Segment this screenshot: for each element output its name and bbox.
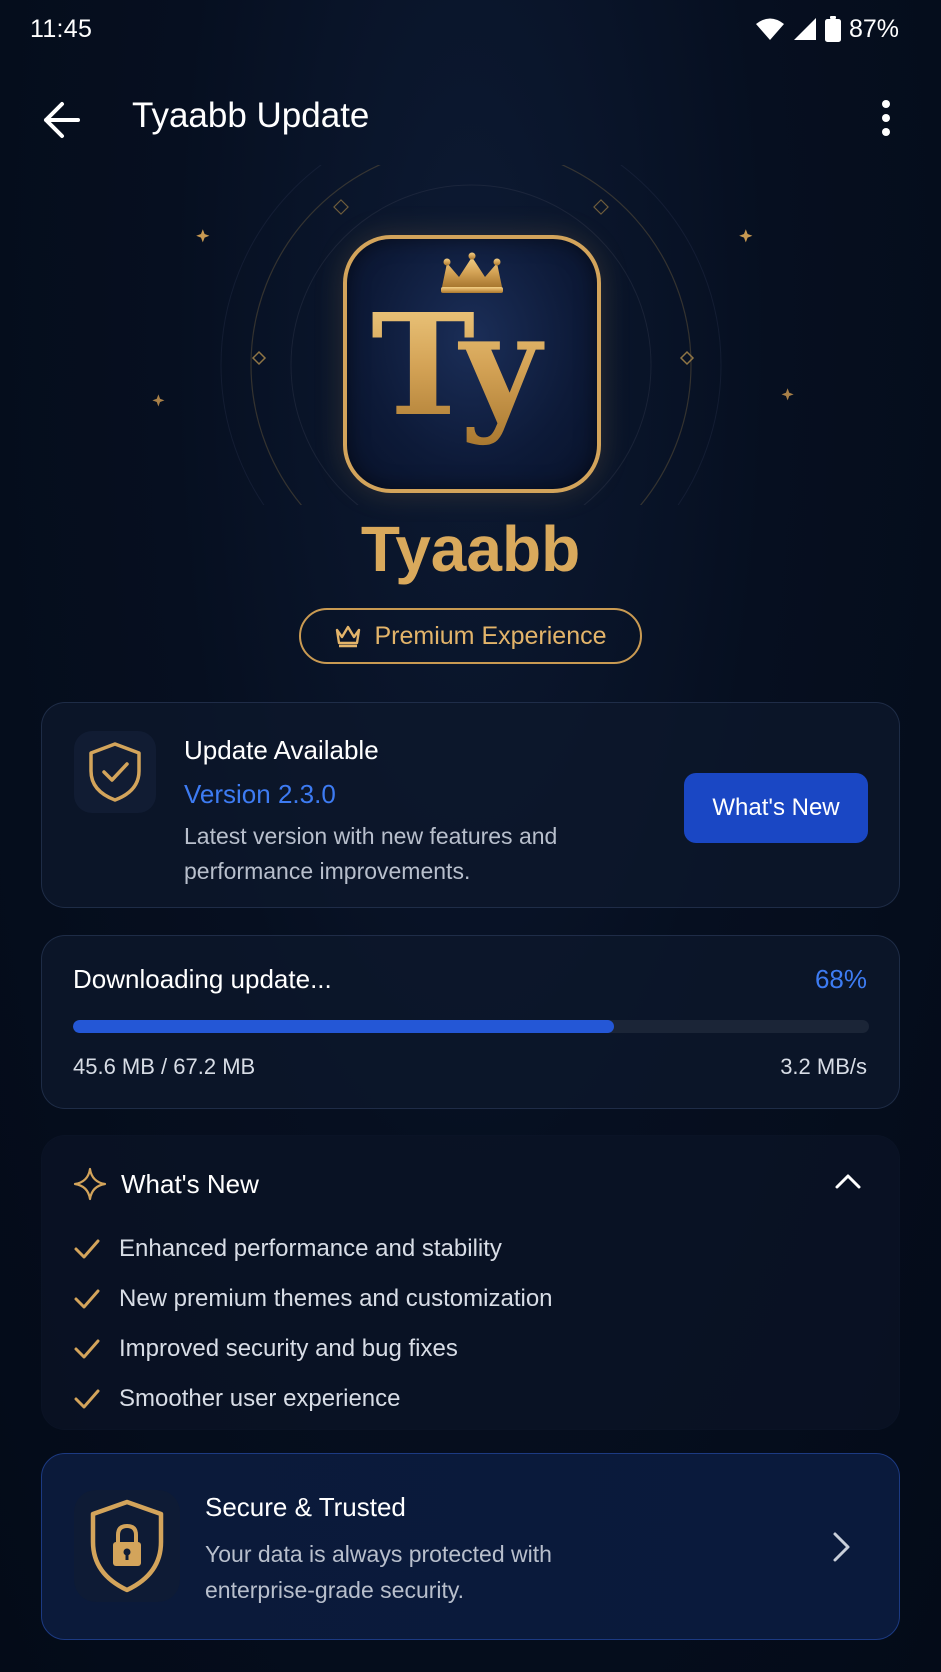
check-icon <box>74 1239 100 1259</box>
whats-new-title: What's New <box>121 1168 259 1199</box>
download-status: Downloading update... <box>73 964 332 994</box>
sparkle-icon <box>73 1167 107 1201</box>
list-item-text: New premium themes and customization <box>119 1285 553 1312</box>
download-speed: 3.2 MB/s <box>780 1054 867 1079</box>
secure-card[interactable]: Secure & Trusted Your data is always pro… <box>41 1453 900 1640</box>
crown-icon <box>336 625 361 648</box>
battery-icon <box>824 16 841 42</box>
status-time: 11:45 <box>30 14 93 43</box>
premium-badge: Premium Experience <box>299 608 642 664</box>
secure-chevron[interactable] <box>831 1530 853 1564</box>
check-icon <box>74 1389 100 1409</box>
download-size: 45.6 MB / 67.2 MB <box>73 1054 256 1079</box>
progress-fill <box>73 1020 615 1033</box>
whats-new-button[interactable]: What's New <box>684 773 868 843</box>
shield-badge <box>74 731 156 813</box>
lock-badge <box>74 1490 180 1602</box>
list-item: Improved security and bug fixes <box>73 1324 553 1374</box>
whats-new-header: What's New <box>73 1164 259 1204</box>
back-arrow-icon <box>44 102 80 138</box>
more-options-button[interactable] <box>871 98 901 142</box>
battery-percent: 87% <box>848 14 899 43</box>
list-item: Enhanced performance and stability <box>73 1224 553 1274</box>
list-item-text: Improved security and bug fixes <box>119 1335 458 1362</box>
signal-icon <box>793 18 816 40</box>
shield-lock-icon <box>90 1499 164 1593</box>
hero: Ty <box>0 165 941 505</box>
whats-new-card: What's New Enhanced performance and stab… <box>41 1135 900 1430</box>
secure-description: Your data is always protected with enter… <box>205 1541 552 1603</box>
status-bar: 11:45 87% <box>0 0 941 58</box>
check-icon <box>74 1289 100 1309</box>
list-item-text: Smoother user experience <box>119 1385 401 1412</box>
chevron-right-icon <box>833 1532 850 1562</box>
page-title: Tyaabb Update <box>132 96 370 135</box>
progress-bar <box>73 1020 869 1033</box>
list-item: Smoother user experience <box>73 1374 553 1424</box>
update-description: Latest version with new features and per… <box>184 823 558 884</box>
download-percent: 68% <box>814 964 867 994</box>
wifi-icon <box>755 18 784 40</box>
download-card: Downloading update... 68% 45.6 MB / 67.2… <box>41 935 900 1109</box>
premium-label: Premium Experience <box>374 621 607 650</box>
shield-check-icon <box>89 742 141 802</box>
update-card: Update Available Version 2.3.0 Latest ve… <box>41 702 900 908</box>
update-title: Update Available <box>184 735 379 765</box>
version-label: Version 2.3.0 <box>184 779 336 809</box>
list-item-text: Enhanced performance and stability <box>119 1235 502 1262</box>
svg-text:Ty: Ty <box>371 284 545 448</box>
chevron-up-icon <box>835 1174 861 1189</box>
back-button[interactable] <box>40 100 84 140</box>
brand-name: Tyaabb <box>360 513 581 585</box>
app-bar: Tyaabb Update <box>0 80 941 160</box>
more-vert-icon <box>882 100 890 136</box>
check-icon <box>74 1339 100 1359</box>
whats-new-list: Enhanced performance and stability New p… <box>73 1224 553 1424</box>
collapse-button[interactable] <box>833 1166 863 1196</box>
list-item: New premium themes and customization <box>73 1274 553 1324</box>
crown-logo-icon: Ty <box>371 252 545 448</box>
status-icons: 87% <box>755 15 899 44</box>
app-logo: Ty <box>343 235 601 493</box>
secure-title: Secure & Trusted <box>205 1492 406 1522</box>
